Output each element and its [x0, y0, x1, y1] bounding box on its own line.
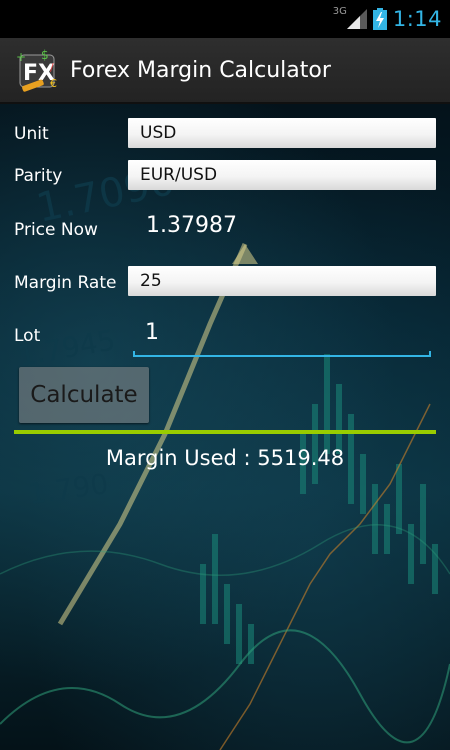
svg-text:€: € [50, 77, 57, 90]
parity-select[interactable]: EUR/USD [128, 160, 436, 190]
svg-text:$: $ [41, 48, 49, 62]
margin-rate-label: Margin Rate [14, 273, 117, 293]
network-type: 3G [332, 5, 347, 17]
lot-label: Lot [14, 326, 41, 346]
action-bar: FX + $ / € Forex Margin Calculator [0, 38, 450, 104]
svg-text:1.790: 1.790 [26, 467, 110, 511]
parity-label: Parity [14, 166, 63, 186]
price-now-value: 1.37987 [146, 213, 237, 238]
svg-text:/: / [50, 61, 54, 74]
lot-input-underline [133, 351, 431, 357]
price-now-label: Price Now [14, 220, 98, 240]
margin-used-result: Margin Used : 5519.48 [105, 446, 345, 470]
calculate-button[interactable]: Calculate [19, 367, 149, 423]
chart-background-image: 1.7090 1.7945 1.790 [0, 158, 450, 750]
result-divider [14, 430, 436, 434]
margin-rate-select[interactable]: 25 [128, 266, 436, 296]
status-clock: 1:14 [392, 7, 442, 31]
signal-icon [346, 9, 367, 29]
fx-app-icon[interactable]: FX + $ / € [14, 47, 60, 93]
calculator-content: 1.7090 1.7945 1.790 Unit USD Parity EUR/… [0, 104, 450, 750]
svg-text:+: + [16, 50, 26, 64]
battery-charging-icon [372, 8, 387, 30]
status-bar: 3G 1:14 [0, 0, 450, 38]
unit-label: Unit [14, 124, 49, 144]
app-title: Forex Margin Calculator [70, 57, 331, 83]
unit-select[interactable]: USD [128, 118, 436, 148]
status-icons: 3G 1:14 [333, 4, 442, 34]
